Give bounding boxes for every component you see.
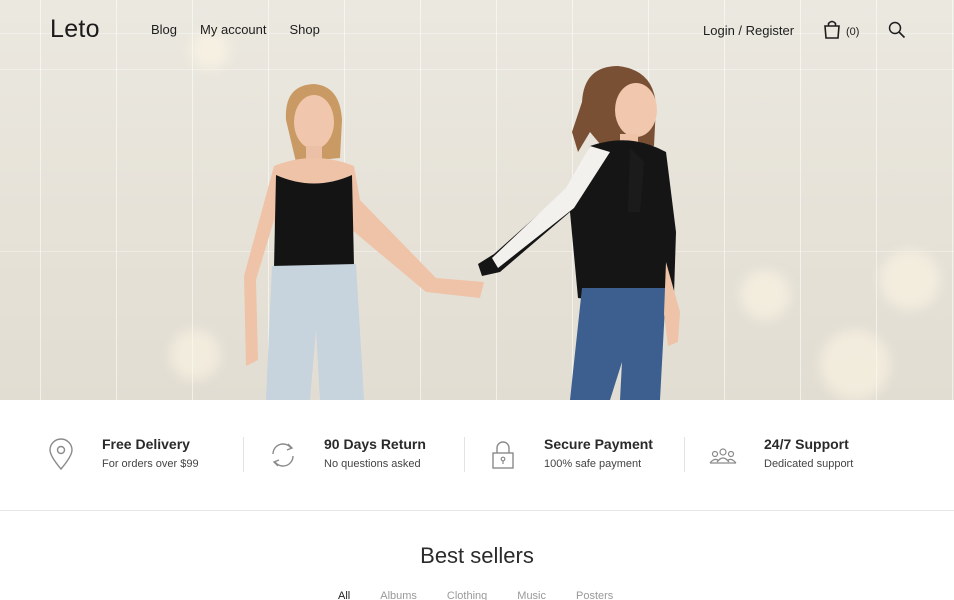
feature-title: Secure Payment [544, 436, 653, 452]
map-pin-icon [49, 438, 73, 471]
hero-person-right [478, 66, 680, 400]
feature-subtitle: Dedicated support [764, 458, 854, 470]
filter-tab-music[interactable]: Music [517, 590, 546, 600]
filter-tab-posters[interactable]: Posters [576, 590, 613, 600]
filter-tab-clothing[interactable]: Clothing [447, 590, 487, 600]
search-icon [888, 21, 906, 39]
bokeh-light [820, 330, 890, 400]
feature-free-delivery: Free Delivery For orders over $99 [46, 436, 199, 472]
feature-secure-payment: Secure Payment 100% safe payment [488, 436, 653, 472]
filter-tab-albums[interactable]: Albums [380, 590, 417, 600]
refresh-icon [272, 443, 294, 467]
search-button[interactable] [888, 21, 906, 44]
features-strip: Free Delivery For orders over $99 90 Day… [0, 400, 954, 511]
filter-tab-all[interactable]: All [338, 590, 350, 600]
best-sellers-title: Best sellers [420, 543, 534, 568]
feature-title: 90 Days Return [324, 436, 426, 452]
login-register-link[interactable]: Login / Register [703, 23, 794, 38]
feature-subtitle: 100% safe payment [544, 458, 642, 470]
hero-person-left [244, 84, 484, 400]
product-filter-tabs: All Albums Clothing Music Posters [338, 590, 643, 600]
main-nav: Blog My account Shop [151, 22, 320, 37]
bokeh-light [880, 250, 940, 310]
feature-subtitle: No questions asked [324, 458, 421, 470]
divider [464, 437, 465, 472]
feature-24-7-support: 24/7 Support Dedicated support [708, 436, 853, 472]
nav-link-blog[interactable]: Blog [151, 22, 177, 37]
feature-subtitle: For orders over $99 [102, 458, 199, 470]
nav-link-shop[interactable]: Shop [290, 22, 320, 37]
cart-count: (0) [846, 26, 860, 38]
hero-banner: Leto Blog My account Shop Login / Regist… [0, 0, 954, 400]
lock-icon [492, 441, 514, 469]
bokeh-light [170, 330, 220, 380]
cart-button[interactable]: (0) [822, 19, 859, 39]
divider [243, 437, 244, 472]
site-logo[interactable]: Leto [50, 15, 100, 44]
nav-link-my-account[interactable]: My account [200, 22, 266, 37]
support-people-icon [709, 448, 737, 464]
feature-90-days-return: 90 Days Return No questions asked [268, 436, 426, 472]
shopping-bag-icon [824, 20, 840, 39]
top-navbar: Leto Blog My account Shop Login / Regist… [0, 0, 954, 62]
divider [684, 437, 685, 472]
bokeh-light [740, 270, 790, 320]
feature-title: Free Delivery [102, 436, 190, 452]
feature-title: 24/7 Support [764, 436, 849, 452]
